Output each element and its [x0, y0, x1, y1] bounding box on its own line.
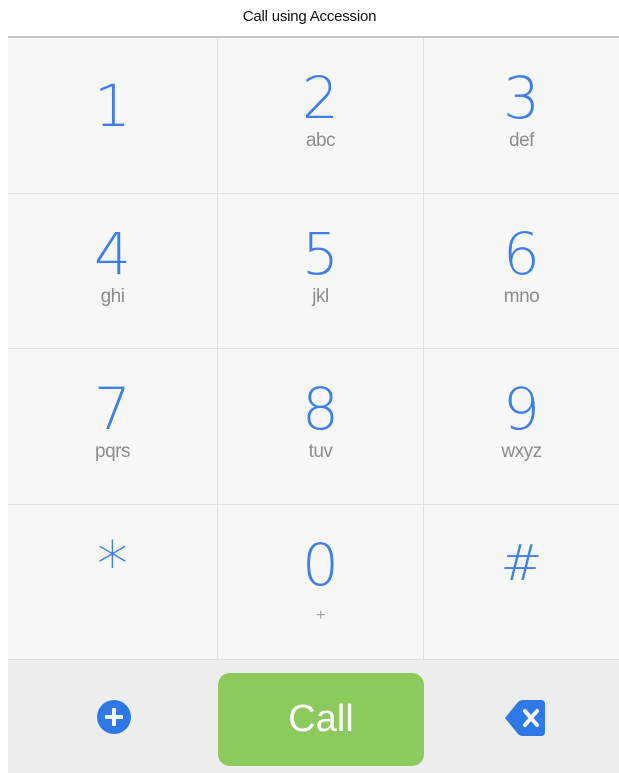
key-digit: 1 [94, 72, 131, 140]
key-digit: * [97, 527, 128, 601]
key-digit: 9 [503, 375, 540, 443]
key-letters: + [316, 606, 325, 624]
key-digit: 3 [503, 64, 540, 132]
key-letters: pqrs [95, 441, 130, 462]
key-letters: mno [503, 285, 540, 307]
key-digit: 6 [503, 219, 540, 288]
key-digit: 8 [302, 375, 339, 443]
key-letters: tuv [308, 441, 333, 462]
key-1[interactable]: 1 [8, 38, 218, 194]
key-8[interactable]: 8 tuv [218, 349, 424, 505]
key-letters: def [509, 130, 534, 151]
key-4[interactable]: 4 ghi [8, 193, 218, 349]
key-7[interactable]: 7 pqrs [8, 349, 218, 505]
plus-circle-icon[interactable] [97, 700, 131, 734]
key-digit: 5 [302, 219, 339, 288]
key-5[interactable]: 5 jkl [218, 193, 424, 349]
call-button[interactable]: Call [218, 673, 424, 766]
key-0[interactable]: 0 + [218, 504, 424, 660]
dialer-screen: Call using Accession 1 2 abc 3 def 4 ghi… [0, 0, 619, 773]
key-hash[interactable]: # [424, 504, 619, 660]
key-2[interactable]: 2 abc [218, 38, 424, 194]
key-3[interactable]: 3 def [424, 38, 619, 194]
key-letters: jkl [312, 285, 329, 307]
backspace-icon[interactable] [502, 697, 548, 739]
key-digit: 4 [94, 219, 131, 288]
key-digit: 7 [94, 375, 131, 443]
key-letters: wxyz [501, 441, 542, 462]
key-letters: abc [305, 130, 336, 151]
key-letters: ghi [100, 285, 125, 307]
dialpad: 1 2 abc 3 def 4 ghi 5 jkl 6 mno 7 pqrs 8 [8, 38, 619, 660]
key-9[interactable]: 9 wxyz [424, 349, 619, 505]
key-6[interactable]: 6 mno [424, 193, 619, 349]
screen-title: Call using Accession [242, 8, 377, 25]
key-star[interactable]: * [8, 504, 218, 660]
key-digit: 0 [302, 530, 339, 599]
key-digit: 2 [302, 64, 339, 132]
action-bar: Call [8, 660, 619, 773]
key-digit: # [500, 533, 543, 592]
